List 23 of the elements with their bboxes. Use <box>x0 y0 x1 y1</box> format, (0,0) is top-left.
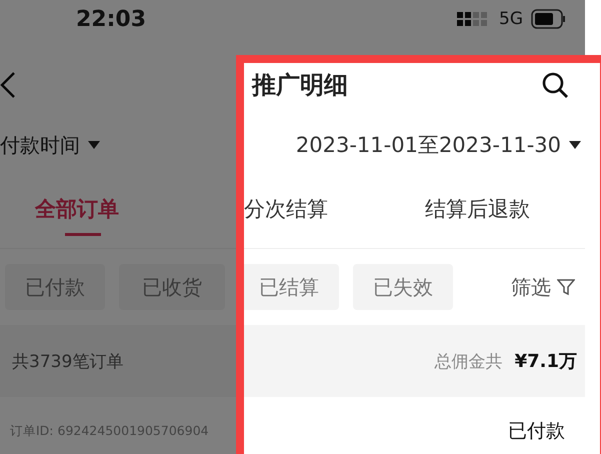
back-icon[interactable] <box>0 71 16 99</box>
commission-label: 总佣金共 <box>434 350 503 372</box>
order-tab[interactable]: 分次结算 <box>230 170 425 248</box>
status-chip[interactable]: 已收货 <box>119 264 225 310</box>
filter-icon <box>557 278 575 296</box>
status-chip[interactable]: 已付款 <box>5 264 105 310</box>
time-type-dropdown[interactable]: 付款时间 <box>0 132 100 158</box>
commission-total: ¥7.1万 <box>514 350 577 373</box>
dropdown-caret-icon <box>88 141 100 149</box>
battery-icon <box>531 9 567 29</box>
order-tab[interactable]: 结算后退款 <box>425 170 585 248</box>
order-id: 订单ID: 6924245001905706904 <box>10 422 209 440</box>
clock: 22:03 <box>76 6 146 32</box>
status-chip[interactable]: 已失效 <box>353 264 453 310</box>
filter-button[interactable]: 筛选 <box>505 272 581 302</box>
dropdown-caret-icon <box>569 141 581 149</box>
search-icon[interactable] <box>541 71 569 99</box>
network-type: 5G <box>499 9 523 29</box>
order-count: 共3739笔订单 <box>12 350 124 372</box>
order-tab[interactable]: 全部订单 <box>0 170 230 248</box>
order-status: 已付款 <box>508 419 565 444</box>
date-range-dropdown[interactable]: 2023-11-01至2023-11-30 <box>296 131 581 159</box>
page-title: 推广明细 <box>252 70 349 101</box>
